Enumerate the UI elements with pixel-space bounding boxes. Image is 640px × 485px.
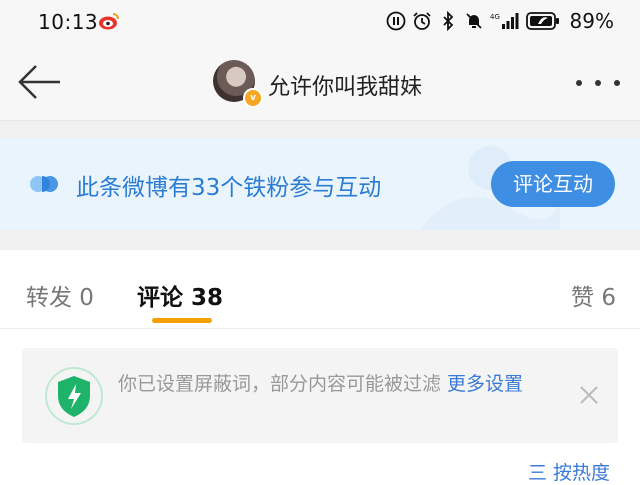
notice-text: 你已设置屏蔽词，部分内容可能被过滤 xyxy=(118,373,448,395)
page-title[interactable]: 允许你叫我甜妹 xyxy=(268,69,422,101)
back-arrow-icon[interactable] xyxy=(16,62,62,102)
shield-icon xyxy=(45,367,103,425)
tab-reposts[interactable]: 转发 0 xyxy=(26,278,94,312)
status-bar: 10:13 4G 89% xyxy=(0,0,640,44)
more-options-icon[interactable] xyxy=(576,80,620,88)
divider-band xyxy=(0,121,640,138)
weibo-icon xyxy=(99,13,119,30)
close-icon[interactable] xyxy=(578,384,600,406)
svg-text:4G: 4G xyxy=(490,13,500,21)
mute-icon xyxy=(465,13,482,29)
battery-icon xyxy=(525,12,559,30)
tab-comments[interactable]: 评论 38 xyxy=(137,278,223,312)
signal-4g-icon: 4G xyxy=(490,13,519,29)
tab-likes[interactable]: 赞 6 xyxy=(571,278,616,312)
verified-badge: v xyxy=(243,88,263,108)
comment-interact-button[interactable]: 评论互动 xyxy=(491,161,615,207)
sync-icon xyxy=(386,11,405,31)
iron-fans-banner: 此条微博有33个铁粉参与互动 评论互动 xyxy=(0,138,640,230)
active-tab-indicator xyxy=(152,318,212,323)
alarm-icon xyxy=(412,12,431,30)
notice-message: 你已设置屏蔽词，部分内容可能被过滤 更多设置 xyxy=(118,368,558,401)
bluetooth-icon xyxy=(442,11,453,31)
more-settings-link[interactable]: 更多设置 xyxy=(447,373,523,395)
nav-header: v 允许你叫我甜妹 xyxy=(0,44,640,121)
filter-notice: 你已设置屏蔽词，部分内容可能被过滤 更多设置 xyxy=(22,348,618,443)
interaction-icon xyxy=(30,176,58,192)
sort-toggle[interactable]: 三 按热度 xyxy=(528,458,610,485)
battery-percent: 89% xyxy=(569,9,614,33)
banner-text: 此条微博有33个铁粉参与互动 xyxy=(76,175,382,201)
tab-bar: 转发 0 评论 38 赞 6 xyxy=(0,250,640,329)
status-time: 10:13 xyxy=(38,10,99,34)
divider-band xyxy=(0,230,640,250)
